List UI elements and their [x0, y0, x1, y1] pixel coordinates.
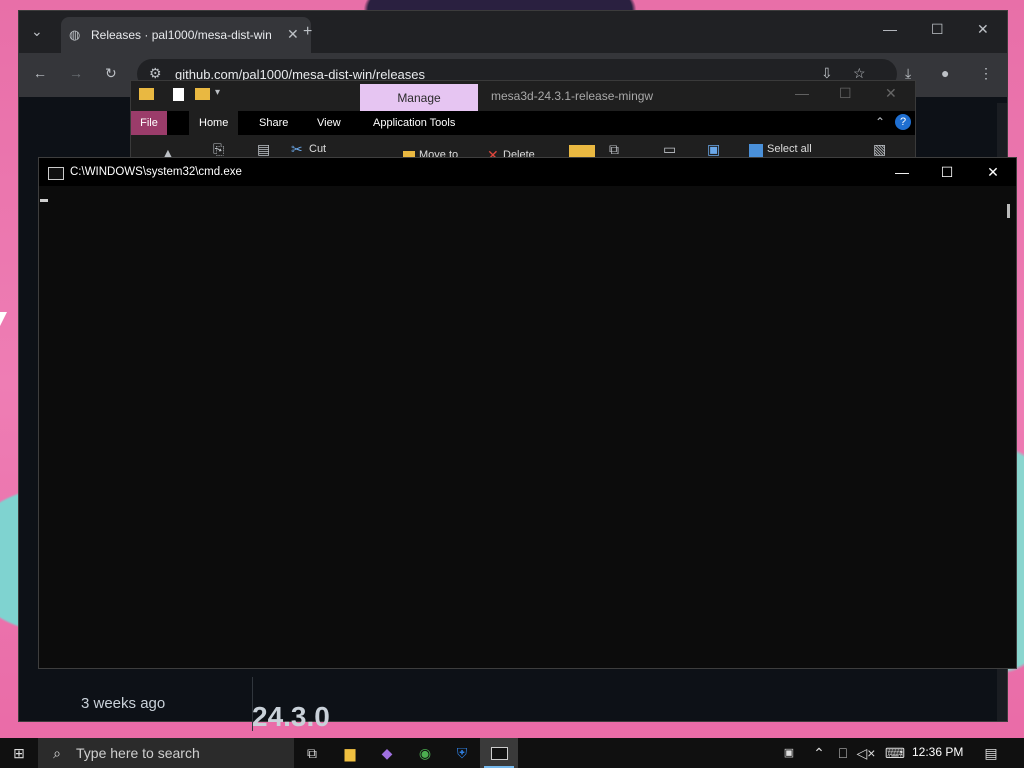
select-all-button[interactable]: Select all	[767, 143, 812, 155]
help-icon[interactable]: ?	[895, 114, 911, 130]
new-folder-icon[interactable]	[195, 88, 210, 100]
cut-button[interactable]: Cut	[309, 143, 326, 155]
tab-home[interactable]: Home	[189, 111, 239, 135]
tab-application-tools[interactable]: Application Tools	[363, 111, 465, 135]
minimize-icon[interactable]: —	[883, 21, 897, 37]
properties-large-icon[interactable]: ▭	[663, 141, 676, 158]
back-icon[interactable]: ←	[33, 65, 47, 81]
browser-tabbar: ⌄ ◍ Releases · pal1000/mesa-dist-win ✕ +…	[19, 11, 1007, 53]
properties-icon[interactable]	[173, 88, 184, 101]
paste-icon[interactable]: ▤	[257, 141, 270, 158]
reload-icon[interactable]: ↻	[105, 65, 117, 82]
cmd-maximize-icon[interactable]: ☐	[932, 164, 962, 181]
cmd-close-icon[interactable]: ✕	[978, 164, 1008, 181]
copy-icon[interactable]: ⎘	[213, 141, 224, 158]
explorer-title: mesa3d-24.3.1-release-mingw	[491, 89, 654, 103]
volume-muted-icon[interactable]: ◁×	[855, 743, 877, 763]
chrome-taskbar-icon[interactable]: ◉	[414, 743, 436, 763]
ribbon-tabs: File Home Share View Application Tools ⌃…	[131, 111, 915, 135]
keyboard-icon[interactable]: ⌨	[884, 743, 906, 763]
taskbar: ⊞ ⌕ Type here to search ⧉ ▆ ◆ ◉ ⛨ ▣ ⌃ ⎕ …	[0, 738, 1024, 768]
cmd-scrollbar-thumb[interactable]	[1007, 204, 1010, 218]
cut-scissors-icon[interactable]: ✂	[291, 141, 303, 158]
explorer-minimize-icon[interactable]: —	[795, 85, 809, 101]
new-tab-icon[interactable]: +	[303, 23, 312, 41]
release-version-heading[interactable]: 24.3.0	[252, 701, 330, 733]
explorer-close-icon[interactable]: ✕	[885, 85, 897, 102]
maximize-icon[interactable]: ☐	[931, 21, 944, 38]
taskbar-clock[interactable]: 12:36 PM	[912, 745, 963, 759]
explorer-maximize-icon[interactable]: ☐	[839, 85, 852, 102]
cmd-minimize-icon[interactable]: —	[887, 164, 917, 180]
console-cursor	[40, 199, 48, 202]
explorer-titlebar: ▾ Manage mesa3d-24.3.1-release-mingw — ☐…	[131, 81, 915, 111]
invert-selection-icon[interactable]: ▧	[873, 141, 886, 158]
notifications-icon[interactable]: ▤	[980, 743, 1002, 763]
cmd-title: C:\WINDOWS\system32\cmd.exe	[70, 166, 242, 178]
globe-icon: ◍	[69, 27, 81, 42]
cmd-scrollbar[interactable]	[1005, 186, 1015, 666]
manage-context-tab[interactable]: Manage	[360, 84, 478, 111]
close-tab-icon[interactable]: ✕	[287, 26, 299, 43]
open-icon[interactable]: ▣	[707, 141, 720, 158]
cmd-titlebar[interactable]: C:\WINDOWS\system32\cmd.exe — ☐ ✕	[39, 158, 1016, 186]
show-hidden-icons-icon[interactable]: ⌃	[808, 743, 830, 763]
task-view-icon[interactable]: ⧉	[301, 743, 323, 763]
browser-tab-releases[interactable]: ◍ Releases · pal1000/mesa-dist-win ✕	[61, 17, 311, 53]
profile-icon[interactable]: ●	[941, 65, 949, 81]
tab-search-chevron-icon[interactable]: ⌄	[31, 23, 43, 40]
windows-start-icon[interactable]: ⊞	[8, 743, 30, 763]
mouse-pointer-icon	[0, 312, 7, 326]
collapse-ribbon-icon[interactable]: ⌃	[875, 115, 885, 129]
menu-kebab-icon[interactable]: ⋮	[979, 65, 993, 82]
close-window-icon[interactable]: ✕	[977, 21, 989, 38]
forward-icon[interactable]: →	[69, 65, 83, 81]
visual-studio-taskbar-icon[interactable]: ◆	[376, 743, 398, 763]
search-icon: ⌕	[53, 745, 61, 761]
tab-title: Releases · pal1000/mesa-dist-win	[91, 28, 271, 42]
quick-access-dropdown-icon[interactable]: ▾	[215, 87, 220, 98]
release-age: 3 weeks ago	[81, 695, 166, 712]
cmd-taskbar-icon	[491, 747, 508, 760]
cmd-taskbar-button[interactable]	[480, 738, 518, 768]
tab-view[interactable]: View	[307, 111, 351, 135]
cmd-window[interactable]: C:\WINDOWS\system32\cmd.exe — ☐ ✕	[38, 157, 1017, 669]
tray-app-icon[interactable]: ▣	[778, 743, 800, 763]
folder-icon	[139, 88, 154, 100]
file-explorer-taskbar-icon[interactable]: ▆	[339, 743, 361, 763]
cmd-app-icon	[48, 167, 64, 180]
tab-share[interactable]: Share	[249, 111, 298, 135]
tab-file[interactable]: File	[131, 111, 167, 135]
network-icon[interactable]: ⎕	[832, 743, 854, 763]
select-all-icon[interactable]	[749, 144, 763, 158]
defender-taskbar-icon[interactable]: ⛨	[451, 743, 473, 763]
search-placeholder: Type here to search	[76, 745, 200, 761]
new-item-icon[interactable]: ⧉	[609, 141, 619, 158]
taskbar-search-box[interactable]: ⌕ Type here to search	[38, 738, 294, 768]
